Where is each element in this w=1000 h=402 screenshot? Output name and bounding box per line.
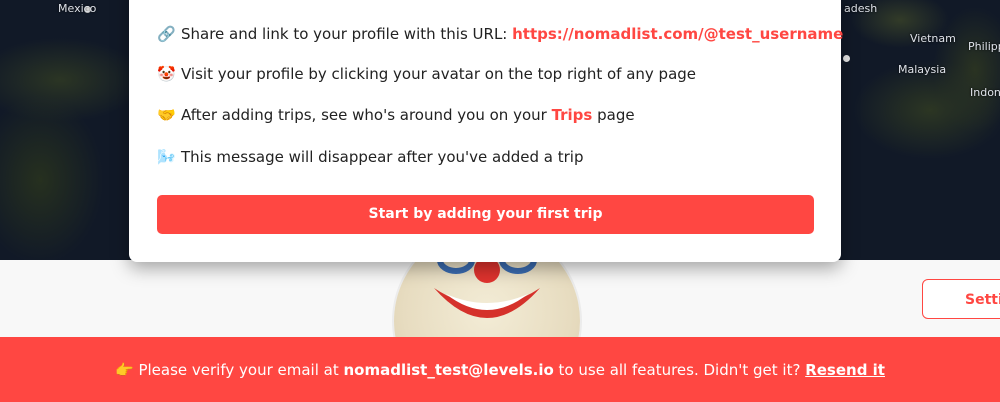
resend-email-link[interactable]: Resend it bbox=[805, 361, 885, 379]
trips-link[interactable]: Trips bbox=[552, 106, 593, 124]
trips-item: 🤝 After adding trips, see who's around yo… bbox=[157, 106, 635, 124]
verify-text-middle: to use all features. Didn't get it? bbox=[553, 361, 806, 379]
disappear-notice-text: This message will disappear after you've… bbox=[181, 148, 584, 166]
page: Mexico adesh Vietnam Philipp Malaysia In… bbox=[0, 0, 1000, 402]
verify-text-before: Please verify your email at bbox=[138, 361, 344, 379]
verify-email-banner: 👉 Please verify your email at nomadlist_… bbox=[0, 337, 1000, 402]
map-label-malaysia: Malaysia bbox=[898, 63, 947, 76]
handshake-icon: 🤝 bbox=[157, 106, 176, 124]
onboarding-modal: 🔗 Share and link to your profile with thi… bbox=[129, 0, 843, 262]
verify-email-address: nomadlist_test@levels.io bbox=[343, 361, 554, 379]
map-location-dot[interactable] bbox=[843, 55, 850, 62]
wind-face-icon: 🌬️ bbox=[157, 148, 176, 166]
share-profile-item: 🔗 Share and link to your profile with thi… bbox=[157, 25, 843, 43]
pointing-hand-icon: 👉 bbox=[115, 361, 134, 379]
visit-profile-text: Visit your profile by clicking your avat… bbox=[181, 65, 697, 83]
share-profile-text: Share and link to your profile with this… bbox=[181, 25, 513, 43]
profile-url-link[interactable]: https://nomadlist.com/@test_username bbox=[512, 25, 843, 43]
map-label-vietnam: Vietnam bbox=[910, 32, 956, 45]
settings-button[interactable]: Setti bbox=[922, 279, 1000, 319]
map-label-bangladesh: adesh bbox=[844, 2, 878, 15]
add-first-trip-button[interactable]: Start by adding your first trip bbox=[157, 195, 814, 234]
map-label-indonesia: Indon bbox=[970, 86, 1000, 99]
visit-profile-item: 🤡 Visit your profile by clicking your ava… bbox=[157, 65, 696, 83]
link-icon: 🔗 bbox=[157, 25, 176, 43]
disappear-notice-item: 🌬️ This message will disappear after you'… bbox=[157, 148, 584, 166]
trips-text-before: After adding trips, see who's around you… bbox=[181, 106, 552, 124]
clown-face-icon: 🤡 bbox=[157, 65, 176, 83]
trips-text-after: page bbox=[592, 106, 635, 124]
map-label-philippines: Philipp bbox=[968, 40, 1000, 53]
map-label-mexico: Mexico bbox=[58, 2, 97, 15]
